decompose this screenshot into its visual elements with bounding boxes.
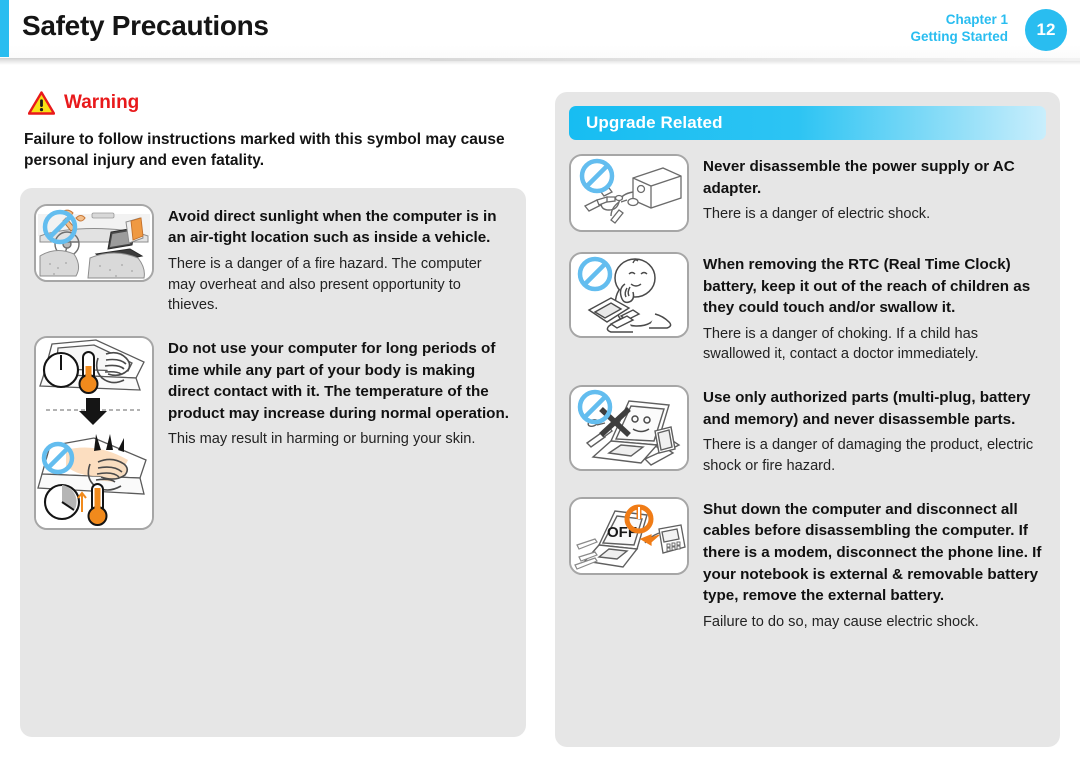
item-body: There is a danger of damaging the produc… (703, 437, 1034, 475)
chapter-section: Getting Started (910, 29, 1008, 45)
document-page: Safety Precautions Chapter 1 Getting Sta… (0, 0, 1080, 766)
item-body: There is a danger of electric shock. (703, 206, 931, 223)
item-text: Avoid direct sunlight when the computer … (168, 204, 512, 316)
thumbnail (34, 336, 154, 531)
item-title: Do not use your computer for long period… (168, 340, 509, 422)
item-text: Shut down the computer and disconnect al… (703, 497, 1046, 633)
page-number-badge: 12 (1025, 9, 1067, 51)
thumbnail (569, 154, 689, 232)
thumbnail (34, 203, 154, 282)
list-item: Avoid direct sunlight when the computer … (34, 203, 512, 316)
chapter-info: Chapter 1 Getting Started (910, 11, 1008, 46)
item-title: Shut down the computer and disconnect al… (703, 500, 1042, 605)
header-divider (0, 58, 1080, 65)
warning-items-panel: Avoid direct sunlight when the computer … (20, 187, 526, 737)
item-text: Never disassemble the power supply or AC… (703, 154, 1046, 225)
laptop-heat-burn-skin-icon (36, 338, 152, 529)
item-body: There is a danger of a fire hazard. The … (168, 255, 482, 314)
laptop-in-car-sunlight-icon (36, 205, 152, 280)
thumbnail (569, 252, 689, 338)
section-header: Upgrade Related (569, 106, 1046, 140)
warning-heading: Warning (20, 86, 526, 120)
list-item: When removing the RTC (Real Time Clock) … (569, 252, 1046, 365)
page-title: Safety Precautions (22, 10, 269, 41)
list-item: Use only authorized parts (multi-plug, b… (569, 385, 1046, 477)
left-column: Warning Failure to follow instructions m… (20, 86, 526, 737)
item-title: Never disassemble the power supply or AC… (703, 158, 1015, 197)
item-text: Do not use your computer for long period… (168, 336, 512, 450)
shutdown-disconnect-cables-icon: OFF (571, 498, 687, 573)
warning-triangle-icon (28, 91, 55, 115)
thumbnail: OFF (569, 496, 689, 575)
upgrade-related-panel: Upgrade Related Never disassemble the po… (555, 92, 1060, 747)
warning-label: Warning (64, 92, 140, 113)
list-item: OFF Shut down the computer and disconnec… (569, 496, 1046, 633)
thumbnail (569, 385, 689, 472)
item-title: Use only authorized parts (multi-plug, b… (703, 389, 1031, 428)
list-item: Do not use your computer for long period… (34, 336, 512, 531)
unauthorized-parts-prohibited-icon (571, 387, 687, 470)
header-accent-bar (0, 0, 9, 57)
item-body: This may result in harming or burning yo… (168, 431, 476, 448)
warning-description: Failure to follow instructions marked wi… (24, 131, 505, 170)
chapter-number: Chapter 1 (945, 12, 1008, 27)
item-title: When removing the RTC (Real Time Clock) … (703, 256, 1031, 317)
item-body: There is a danger of choking. If a child… (703, 325, 979, 363)
list-item: Never disassemble the power supply or AC… (569, 154, 1046, 232)
item-text: Use only authorized parts (multi-plug, b… (703, 385, 1046, 477)
page-header: Safety Precautions Chapter 1 Getting Sta… (0, 0, 1080, 58)
item-title: Avoid direct sunlight when the computer … (168, 207, 497, 247)
ac-adapter-disassemble-prohibited-icon (571, 156, 687, 230)
child-swallow-rtc-battery-prohibited-icon (571, 254, 687, 336)
item-text: When removing the RTC (Real Time Clock) … (703, 252, 1046, 365)
item-body: Failure to do so, may cause electric sho… (703, 613, 979, 630)
section-title: Upgrade Related (586, 113, 723, 132)
right-column: Upgrade Related Never disassemble the po… (555, 92, 1060, 747)
